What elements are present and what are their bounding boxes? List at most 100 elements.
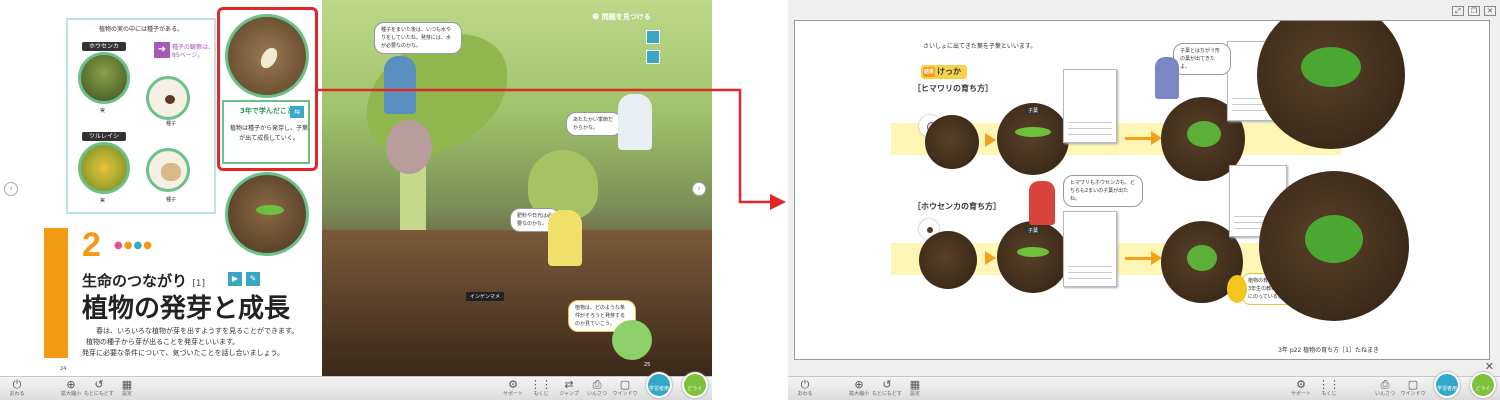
- card-line: [1068, 266, 1112, 267]
- book-icon: ⇄: [564, 378, 574, 391]
- learner-button[interactable]: 学習者用: [646, 372, 672, 398]
- sprout-photo-2: [225, 172, 309, 256]
- window-button[interactable]: ▢ ウインドウ: [610, 379, 640, 399]
- zoom-icon: ⊕: [854, 378, 864, 391]
- housenka-seed-label: 種子: [166, 121, 177, 127]
- prev-page-arrow[interactable]: ‹: [4, 182, 18, 196]
- jump-button[interactable]: ⇄ ジャンプ: [554, 379, 584, 399]
- highlight-box[interactable]: [217, 7, 318, 171]
- zoom-icon: ⊕: [66, 378, 76, 391]
- leaves-shape: [1301, 47, 1361, 87]
- cotyledon-label-2: 子葉: [1025, 227, 1042, 234]
- undo-icon: ↺: [882, 378, 892, 391]
- support-button[interactable]: ⚙ サポート: [1286, 379, 1316, 399]
- page-link-icon[interactable]: ➜: [154, 42, 170, 58]
- chapter-dots: ●●●●: [114, 240, 153, 251]
- printer-icon: ⎙: [1380, 378, 1390, 391]
- housenka-stage-1: [919, 231, 977, 289]
- tools-button[interactable]: どうぐ: [682, 372, 708, 398]
- page-number-left: 24: [60, 366, 67, 372]
- print-label: いんさつ: [586, 391, 607, 397]
- page-right-photo: ☻ 問題を見つける インゲンマメ 種子をまいた後は、いつも水やりをしていたね。発…: [322, 0, 712, 376]
- note-icon[interactable]: ✎: [246, 272, 260, 286]
- window-button[interactable]: ▢ ウインドウ: [1398, 379, 1428, 399]
- seed-panel-heading: 植物の実の中には種子がある。: [98, 26, 183, 33]
- window-label: ウインドウ: [612, 391, 638, 397]
- bean-seed-shape: [386, 120, 432, 174]
- card-line: [1068, 278, 1112, 279]
- cotyledon-shape: [1017, 247, 1049, 257]
- window-icon[interactable]: [646, 30, 660, 44]
- video-icon[interactable]: ▶: [228, 272, 242, 286]
- print-button[interactable]: ⎙ いんさつ: [582, 379, 612, 399]
- settings-button[interactable]: ▦ 設定: [112, 379, 142, 399]
- zoom-button[interactable]: ⊕ 拡大縮小: [56, 379, 86, 399]
- card-line: [1068, 134, 1112, 135]
- result-icon: 結果: [923, 67, 935, 77]
- popup-sheet: さいしょに出てきた葉を子葉といいます。 結果 けっか ［ヒマワリの育ち方］ 子葉 …: [794, 20, 1490, 360]
- zoom-button[interactable]: ⊕ 拡大縮小: [844, 379, 874, 399]
- page-number-right: 25: [644, 362, 651, 368]
- housenka-fruit-photo: [78, 52, 130, 104]
- observation-card-3[interactable]: [1063, 211, 1117, 287]
- restore-icon[interactable]: ❐: [1468, 6, 1480, 16]
- tsurureishi-fruit-label: 実: [100, 198, 106, 204]
- mascot-character: [612, 320, 652, 360]
- learner-label: 学習者用: [648, 386, 669, 392]
- student-character-r1: [1155, 57, 1179, 99]
- settings-button[interactable]: ▦ 設定: [900, 379, 930, 399]
- leaves-shape: [1187, 245, 1217, 271]
- cotyledon-label-1: 子葉: [1025, 107, 1042, 114]
- observation-card-1[interactable]: [1063, 69, 1117, 143]
- student-character-2: [618, 94, 652, 150]
- tag-icon[interactable]: [646, 50, 660, 64]
- tsurureishi-seed-photo: [146, 148, 190, 192]
- undo-button[interactable]: ↺ もとにもどす: [84, 379, 114, 399]
- learner-button[interactable]: 学習者用: [1434, 372, 1460, 398]
- himawari-stage-1: [925, 115, 979, 169]
- intro-line-1: 春は、いろいろな植物が芽を出すようすを見ることができます。: [96, 327, 299, 335]
- undo-label: もとにもどす: [872, 391, 902, 397]
- tsurureishi-fruit-photo: [78, 142, 130, 194]
- cotyledon-shape: [256, 205, 284, 215]
- tools-button[interactable]: どうぐ: [1470, 372, 1496, 398]
- power-icon: ⏻: [12, 378, 22, 391]
- close-window-icon[interactable]: ✕: [1484, 6, 1496, 16]
- undo-button[interactable]: ↺ もとにもどす: [872, 379, 902, 399]
- speech-bubble-r1: 子葉とはちがう形の葉が出てきたよ。: [1173, 43, 1231, 75]
- grid-icon: ⋮⋮: [530, 378, 552, 391]
- tools-label: どうぐ: [687, 386, 703, 392]
- tools-label: どうぐ: [1475, 386, 1491, 392]
- next-page-arrow[interactable]: ›: [692, 182, 706, 196]
- window-icon: ▢: [619, 378, 631, 391]
- housenka-seed-photo: [146, 76, 190, 120]
- flow-line: [1125, 137, 1153, 140]
- print-button[interactable]: ⎙ いんさつ: [1370, 379, 1400, 399]
- page-link-text[interactable]: 種子の観察は、85ページ。: [172, 44, 216, 60]
- window-icon: ▢: [1407, 378, 1419, 391]
- seed-shape: [927, 227, 933, 233]
- gear-icon: ⚙: [1296, 378, 1306, 391]
- exit-button[interactable]: ⏻ おわる: [2, 379, 32, 399]
- toc-label: もくじ: [533, 391, 549, 397]
- page-left: ‹ 植物の実の中には種子がある。 ホウセンカ 実 種子 ➜ 種子の観察は、85ペ…: [0, 0, 322, 376]
- result-label: けっか: [937, 67, 961, 76]
- support-button[interactable]: ⚙ サポート: [498, 379, 528, 399]
- fullscreen-icon[interactable]: ⤢: [1452, 6, 1464, 16]
- printer-icon: ⎙: [592, 378, 602, 391]
- gear-icon: ⚙: [508, 378, 518, 391]
- card-line: [1068, 122, 1112, 123]
- close-icon[interactable]: ✕: [1485, 360, 1494, 373]
- settings-label: 設定: [909, 391, 920, 397]
- flow-line: [1125, 257, 1153, 260]
- toc-button[interactable]: ⋮⋮ もくじ: [526, 379, 556, 399]
- arrow-right-icon: [985, 251, 996, 265]
- seed-shape: [161, 163, 181, 181]
- exit-label: おわる: [9, 391, 25, 397]
- toc-button[interactable]: ⋮⋮ もくじ: [1314, 379, 1344, 399]
- exit-button[interactable]: ⏻ おわる: [790, 379, 820, 399]
- intro-line-3: 発芽に必要な条件について、気づいたことを話し合いましょう。: [82, 349, 285, 357]
- speech-bubble-1: 種子をまいた後は、いつも水やりをしていたね。発芽には、水が必要なのかな。: [374, 22, 462, 54]
- find-problem-badge[interactable]: ☻ 問題を見つける: [592, 10, 651, 24]
- exit-label: おわる: [797, 391, 813, 397]
